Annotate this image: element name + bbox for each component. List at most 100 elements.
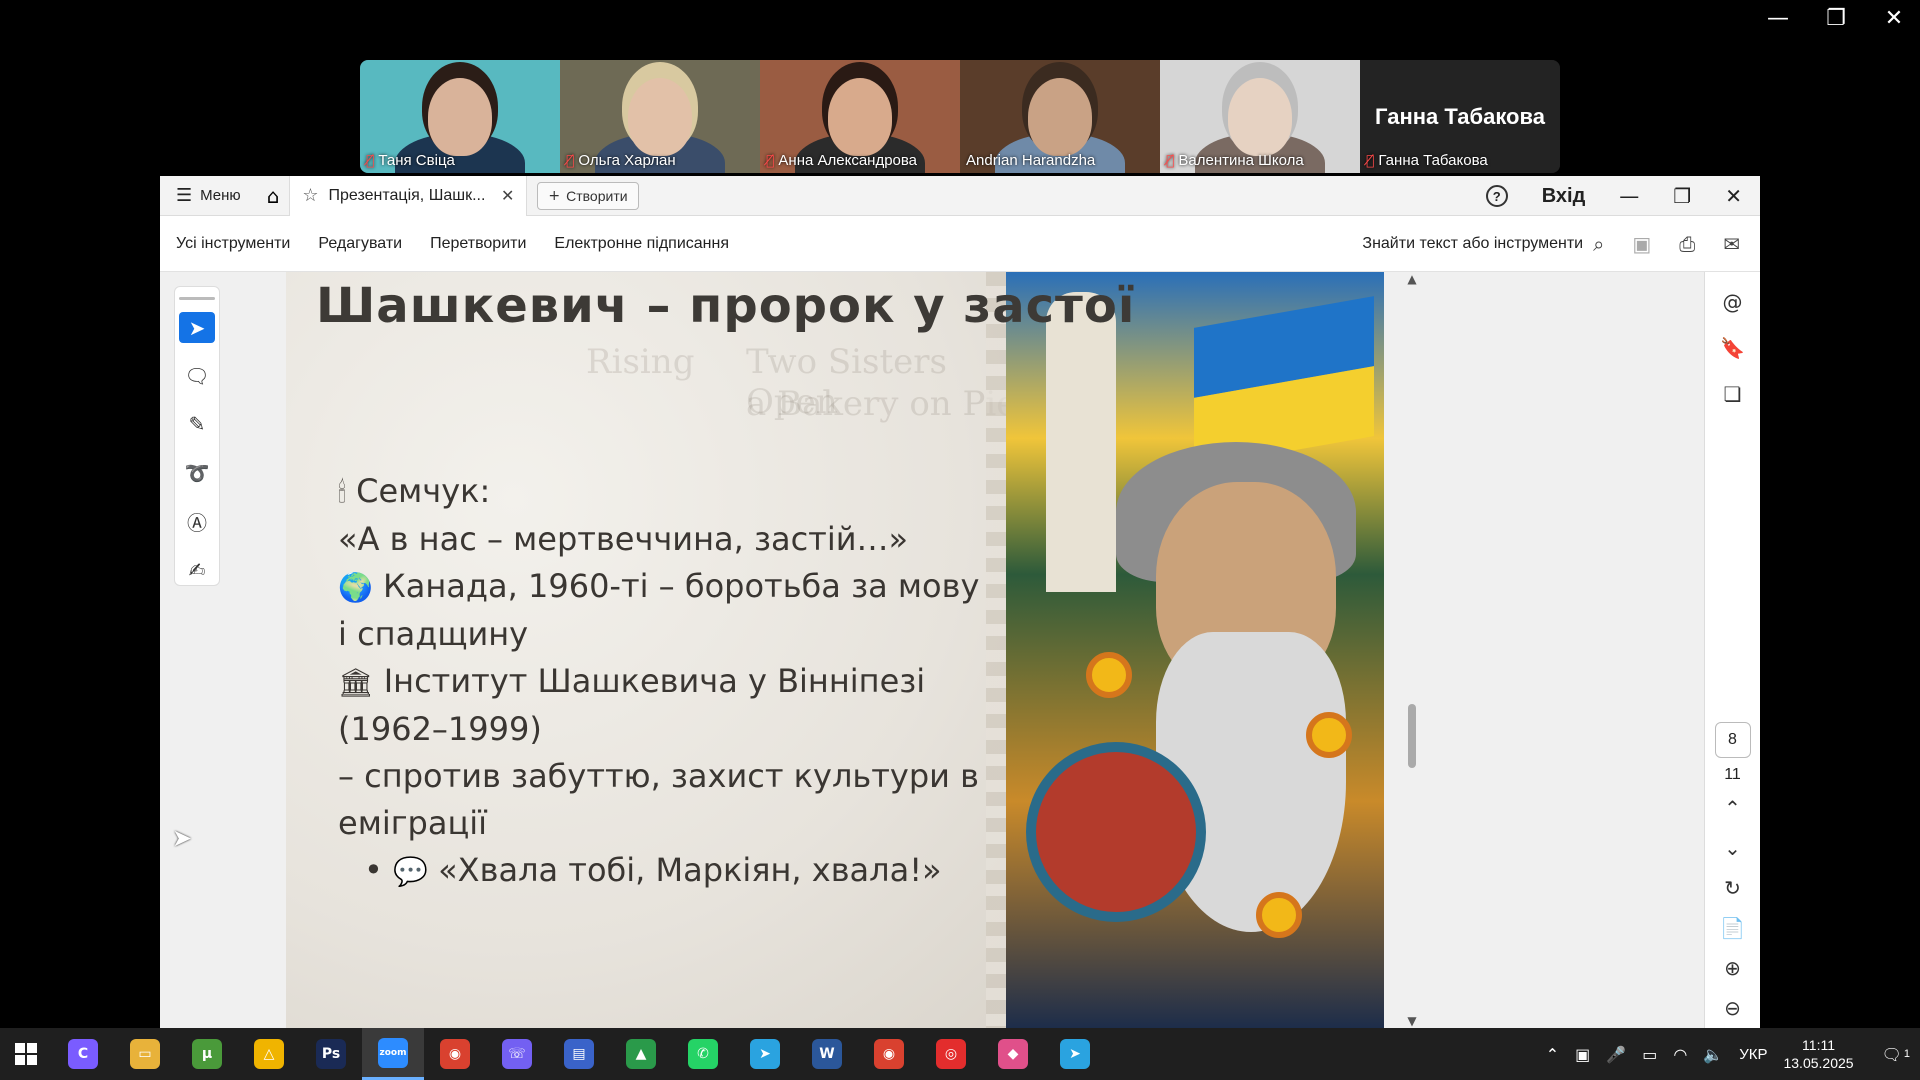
taskbar-app[interactable]: ◆ [982,1028,1044,1080]
restore-icon[interactable]: ❐ [1824,6,1848,31]
slide-emoji-icon: 🕯 [338,476,346,509]
ornament-disc [1026,742,1206,922]
taskbar-app[interactable]: ➤ [1044,1028,1106,1080]
taskbar-app[interactable]: △ [238,1028,300,1080]
app-icon: Ps [316,1039,346,1069]
menu-button[interactable]: ☰ Меню [160,185,257,206]
close-icon[interactable]: ✕ [1725,184,1742,208]
create-button[interactable]: + Створити [537,181,639,210]
slide-line-text: Семчук: [356,472,491,510]
restore-icon[interactable]: ❐ [1673,184,1691,208]
ghost-text: a Bakery on Pie [746,384,1017,424]
scroll-up-icon[interactable]: ▲ [1404,272,1420,286]
taskbar-app[interactable]: ☏ [486,1028,548,1080]
menu-convert[interactable]: Перетворити [430,235,526,253]
close-icon[interactable]: ✕ [1882,6,1906,31]
mail-icon[interactable]: ✉ [1723,232,1740,256]
slide-page[interactable]: Rising Two Sisters Open a Bakery on Pie … [286,272,1384,1028]
slide-text-line: 🌍 Канада, 1960-ті – боротьба за мову [338,563,979,611]
start-button[interactable] [0,1028,52,1080]
plus-icon: + [548,187,561,204]
mouse-cursor-icon: ➤ [172,824,193,852]
participant-tile[interactable]: 🎙̸ Таня Свіца [360,60,560,173]
highlight-pen-icon[interactable]: ✎ [179,409,215,439]
next-page-icon[interactable]: ⌄ [1717,832,1749,864]
slide-emoji-icon: 🌍 [338,571,373,604]
grip-handle[interactable] [179,297,215,301]
participant-tile[interactable]: 🎙̸ Ольга Харлан [560,60,760,173]
pages-icon[interactable]: ❏ [1717,378,1749,410]
participant-tile[interactable]: 🎙̸ Анна Александрова [760,60,960,173]
prev-page-icon[interactable]: ⌃ [1717,792,1749,824]
camera-icon[interactable]: ▣ [1575,1045,1590,1064]
participant-name-label: Andrian Harandzha [966,152,1095,169]
volume-icon[interactable]: 🔈 [1703,1045,1723,1064]
menu-edit[interactable]: Редагувати [318,235,402,253]
battery-icon[interactable]: ▭ [1642,1045,1657,1064]
vertical-scrollbar[interactable]: ▲ ▼ [1404,272,1420,1028]
minimize-icon[interactable]: — [1766,6,1790,31]
clock[interactable]: 11:11 13.05.2025 [1783,1036,1853,1072]
document-tab[interactable]: ☆ Презентація, Шашк... ✕ [289,175,528,216]
wifi-icon[interactable]: ◠ [1673,1045,1687,1064]
star-icon[interactable]: ☆ [302,185,318,206]
bullet-text: «Хвала тобі, Маркіян, хвала!» [438,851,942,889]
participant-tile[interactable]: Ганна Табакова 🎙̸ Ганна Табакова [1360,60,1560,173]
taskbar-app[interactable]: ◉ [858,1028,920,1080]
taskbar-app[interactable]: W [796,1028,858,1080]
text-box-icon[interactable]: Ⓐ [179,506,215,536]
taskbar-app[interactable]: zoom [362,1028,424,1080]
sunflower [1306,712,1352,758]
slide-text-line: – спротив забуттю, захист культури в [338,753,979,800]
select-arrow-icon[interactable]: ➤ [179,312,215,343]
language-indicator[interactable]: УКР [1739,1046,1767,1063]
current-page-input[interactable]: 8 [1714,722,1751,758]
slide-text-line: і спадщину [338,611,968,658]
participant-face [1228,78,1292,156]
windows-logo-icon [15,1043,37,1065]
app-icon: C [68,1039,98,1069]
participant-tile[interactable]: Andrian Harandzha [960,60,1160,173]
minimize-icon[interactable]: — [1619,184,1639,208]
extract-page-icon[interactable]: 📄 [1717,912,1749,944]
participant-tile[interactable]: 🎙̸ Валентина Школа [1160,60,1360,173]
sign-icon[interactable]: ✍ [179,555,215,585]
system-tray: ⌃ ▣ 🎤 ▭ ◠ 🔈 УКР 11:11 13.05.2025 🗨 1 [1546,1028,1920,1080]
zoom-out-icon[interactable]: ⊖ [1717,992,1749,1024]
slide-line-text: і спадщину [338,615,529,653]
rotate-icon[interactable]: ↻ [1717,872,1749,904]
comments-panel-icon[interactable]: @ [1717,286,1749,318]
microphone-icon[interactable]: 🎤 [1606,1045,1626,1064]
taskbar-app[interactable]: Ps [300,1028,362,1080]
taskbar-app[interactable]: ▤ [548,1028,610,1080]
taskbar-app[interactable]: ▭ [114,1028,176,1080]
close-tab-icon[interactable]: ✕ [501,186,514,205]
taskbar-app[interactable]: µ [176,1028,238,1080]
signin-button[interactable]: Вхід [1542,185,1586,208]
taskbar-app[interactable]: ◉ [424,1028,486,1080]
draw-lasso-icon[interactable]: ➰ [179,458,215,488]
zoom-in-icon[interactable]: ⊕ [1717,952,1749,984]
scroll-down-icon[interactable]: ▼ [1404,1014,1420,1028]
home-icon[interactable]: ⌂ [267,184,280,208]
help-icon[interactable]: ? [1485,185,1508,207]
taskbar-app[interactable]: C [52,1028,114,1080]
print-icon[interactable]: ⎙ [1679,232,1695,256]
participant-name-label: 🎙̸ Анна Александрова [766,152,917,169]
search-tools[interactable]: Знайти текст або інструменти ⌕ [1362,232,1604,256]
bookmark-icon[interactable]: 🔖 [1717,332,1749,364]
participant-face [1028,78,1092,156]
taskbar-app[interactable]: ▲ [610,1028,672,1080]
menu-esign[interactable]: Електронне підписання [554,235,729,253]
slide-title: Шашкевич – пророк у застої [316,278,1136,334]
app-icon: ◆ [998,1039,1028,1069]
comment-icon[interactable]: 🗨 [179,361,215,391]
notifications-button[interactable]: 🗨 1 [1882,1045,1910,1064]
save-icon[interactable]: ▣ [1632,232,1651,256]
menu-all-tools[interactable]: Усі інструменти [176,235,290,253]
tray-expand-icon[interactable]: ⌃ [1546,1045,1559,1064]
scroll-thumb[interactable] [1408,704,1416,768]
taskbar-app[interactable]: ✆ [672,1028,734,1080]
taskbar-app[interactable]: ◎ [920,1028,982,1080]
taskbar-app[interactable]: ➤ [734,1028,796,1080]
